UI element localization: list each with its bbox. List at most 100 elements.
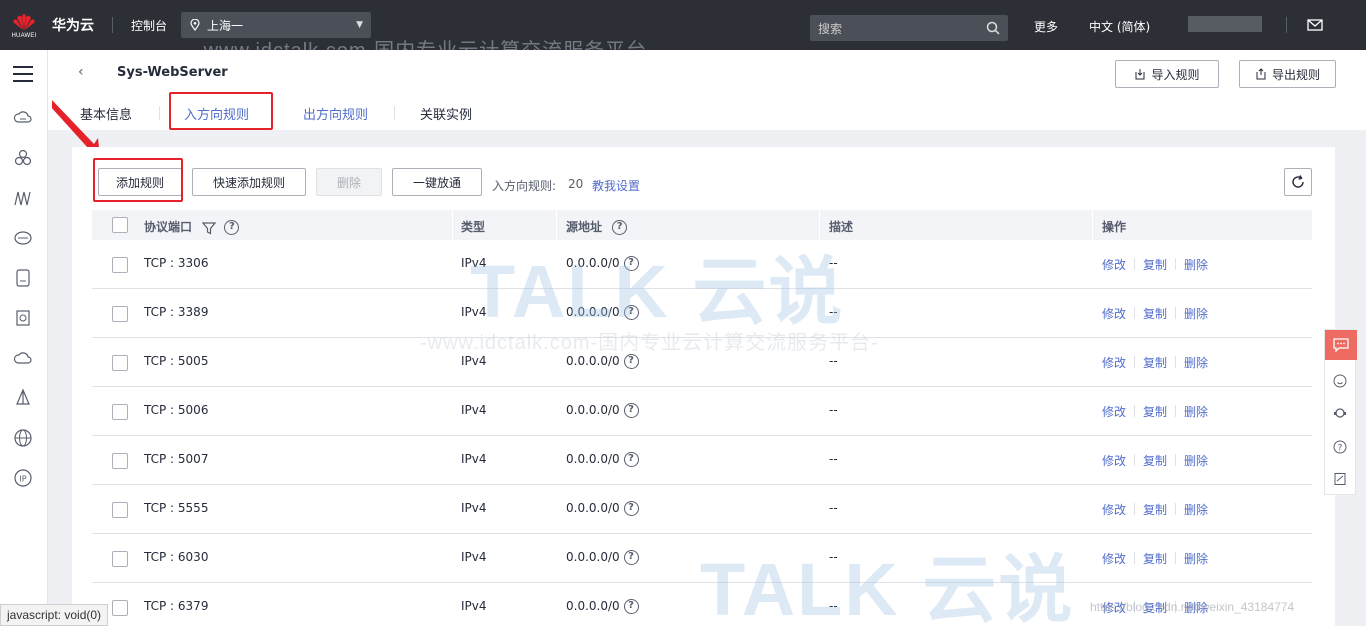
- help-circle-icon[interactable]: ?: [623, 305, 639, 320]
- help-circle-icon[interactable]: ?: [224, 220, 240, 235]
- cloud-icon[interactable]: [13, 348, 33, 368]
- search-input[interactable]: 搜索: [810, 15, 1008, 41]
- copy-link[interactable]: 复制: [1143, 452, 1167, 469]
- row-checkbox[interactable]: [112, 355, 128, 371]
- delete-link[interactable]: 删除: [1184, 452, 1208, 469]
- logo-text: HUAWEI: [11, 32, 37, 39]
- help-circle-icon[interactable]: ?: [623, 256, 639, 271]
- help-circle-icon[interactable]: ?: [612, 220, 628, 235]
- row-checkbox[interactable]: [112, 600, 128, 616]
- help-circle-icon[interactable]: ?: [623, 599, 639, 614]
- row-checkbox[interactable]: [112, 257, 128, 273]
- help-link[interactable]: 教我设置: [592, 177, 640, 194]
- export-rules-button[interactable]: 导出规则: [1239, 60, 1336, 88]
- delete-link[interactable]: 删除: [1184, 305, 1208, 322]
- select-all-checkbox[interactable]: [112, 217, 128, 233]
- cloud-server-icon[interactable]: [13, 108, 33, 128]
- row-checkbox[interactable]: [112, 502, 128, 518]
- help-icon[interactable]: ?: [1333, 440, 1347, 454]
- quick-add-rule-button[interactable]: 快速添加规则: [192, 168, 306, 196]
- smiley-icon[interactable]: [1333, 374, 1347, 388]
- backup-icon[interactable]: [13, 308, 33, 328]
- highlight-box: [93, 158, 183, 202]
- copy-link[interactable]: 复制: [1143, 403, 1167, 420]
- help-circle-icon[interactable]: ?: [623, 452, 639, 467]
- svg-text:?: ?: [1338, 444, 1343, 454]
- highlight-box: [169, 92, 273, 130]
- copy-link[interactable]: 复制: [1143, 501, 1167, 518]
- delete-link[interactable]: 删除: [1184, 403, 1208, 420]
- type-cell: IPv4: [461, 305, 487, 319]
- sail-icon[interactable]: [13, 388, 33, 408]
- copy-link[interactable]: 复制: [1143, 305, 1167, 322]
- type-cell: IPv4: [461, 550, 487, 564]
- copy-link[interactable]: 复制: [1143, 550, 1167, 567]
- edit-link[interactable]: 修改: [1102, 452, 1126, 469]
- allow-all-button[interactable]: 一键放通: [392, 168, 482, 196]
- action-divider: [1134, 356, 1135, 368]
- port-cell: TCP : 5007: [144, 452, 209, 466]
- import-rules-button[interactable]: 导入规则: [1115, 60, 1219, 88]
- row-checkbox[interactable]: [112, 404, 128, 420]
- brand-name[interactable]: 华为云: [52, 15, 94, 35]
- source-cell: 0.0.0.0/0 ?: [566, 305, 639, 320]
- source-value: 0.0.0.0/0: [566, 305, 620, 319]
- edit-link[interactable]: 修改: [1102, 256, 1126, 273]
- type-cell: IPv4: [461, 403, 487, 417]
- support-headset-icon[interactable]: [1333, 406, 1347, 420]
- action-divider: [1134, 503, 1135, 515]
- edit-link[interactable]: 修改: [1102, 305, 1126, 322]
- edit-link[interactable]: 修改: [1102, 354, 1126, 371]
- source-value: 0.0.0.0/0: [566, 550, 620, 564]
- tab-outbound-rules[interactable]: 出方向规则: [303, 104, 368, 123]
- ip-address-icon[interactable]: IP: [13, 468, 33, 488]
- edit-note-icon[interactable]: [1333, 472, 1347, 486]
- refresh-button[interactable]: [1284, 168, 1312, 196]
- delete-link[interactable]: 删除: [1184, 550, 1208, 567]
- more-menu[interactable]: 更多: [1034, 18, 1058, 35]
- port-cell: TCP : 5555: [144, 501, 209, 515]
- svg-text:IP: IP: [19, 475, 26, 484]
- help-circle-icon[interactable]: ?: [623, 550, 639, 565]
- copy-link[interactable]: 复制: [1143, 256, 1167, 273]
- delete-link[interactable]: 删除: [1184, 256, 1208, 273]
- export-icon: [1256, 68, 1266, 80]
- console-link[interactable]: 控制台: [131, 17, 167, 34]
- row-checkbox[interactable]: [112, 306, 128, 322]
- back-chevron-icon[interactable]: ‹: [78, 64, 84, 80]
- search-icon[interactable]: [986, 21, 1000, 35]
- delete-link[interactable]: 删除: [1184, 501, 1208, 518]
- action-divider: [1134, 454, 1135, 466]
- row-checkbox[interactable]: [112, 453, 128, 469]
- delete-link[interactable]: 删除: [1184, 354, 1208, 371]
- table-row: TCP : 3389 IPv4 0.0.0.0/0 ? -- 修改 复制 删除: [92, 289, 1312, 338]
- help-circle-icon[interactable]: ?: [623, 354, 639, 369]
- feedback-button[interactable]: [1325, 330, 1357, 360]
- hamburger-menu-icon[interactable]: [13, 66, 33, 82]
- action-divider: [1134, 307, 1135, 319]
- user-account-blurred[interactable]: [1188, 16, 1262, 32]
- description-cell: --: [829, 305, 838, 319]
- database-icon[interactable]: [13, 268, 33, 288]
- region-selector[interactable]: 上海一 ▼: [181, 12, 372, 38]
- edit-link[interactable]: 修改: [1102, 550, 1126, 567]
- edit-link[interactable]: 修改: [1102, 501, 1126, 518]
- network-icon[interactable]: [13, 188, 33, 208]
- cluster-icon[interactable]: [13, 148, 33, 168]
- edit-link[interactable]: 修改: [1102, 403, 1126, 420]
- help-circle-icon[interactable]: ?: [623, 501, 639, 516]
- tab-associated-instances[interactable]: 关联实例: [420, 104, 472, 123]
- disk-icon[interactable]: [13, 228, 33, 248]
- help-circle-icon[interactable]: ?: [623, 403, 639, 418]
- language-selector[interactable]: 中文 (简体): [1089, 18, 1150, 35]
- row-checkbox[interactable]: [112, 551, 128, 567]
- allow-all-label: 一键放通: [412, 175, 461, 190]
- mail-icon[interactable]: [1307, 17, 1323, 33]
- huawei-logo[interactable]: HUAWEI: [0, 0, 48, 50]
- source-cell: 0.0.0.0/0 ?: [566, 354, 639, 369]
- port-cell: TCP : 6030: [144, 550, 209, 564]
- delete-button[interactable]: 删除: [316, 168, 382, 196]
- filter-icon[interactable]: [202, 221, 217, 235]
- globe-icon[interactable]: [13, 428, 33, 448]
- copy-link[interactable]: 复制: [1143, 354, 1167, 371]
